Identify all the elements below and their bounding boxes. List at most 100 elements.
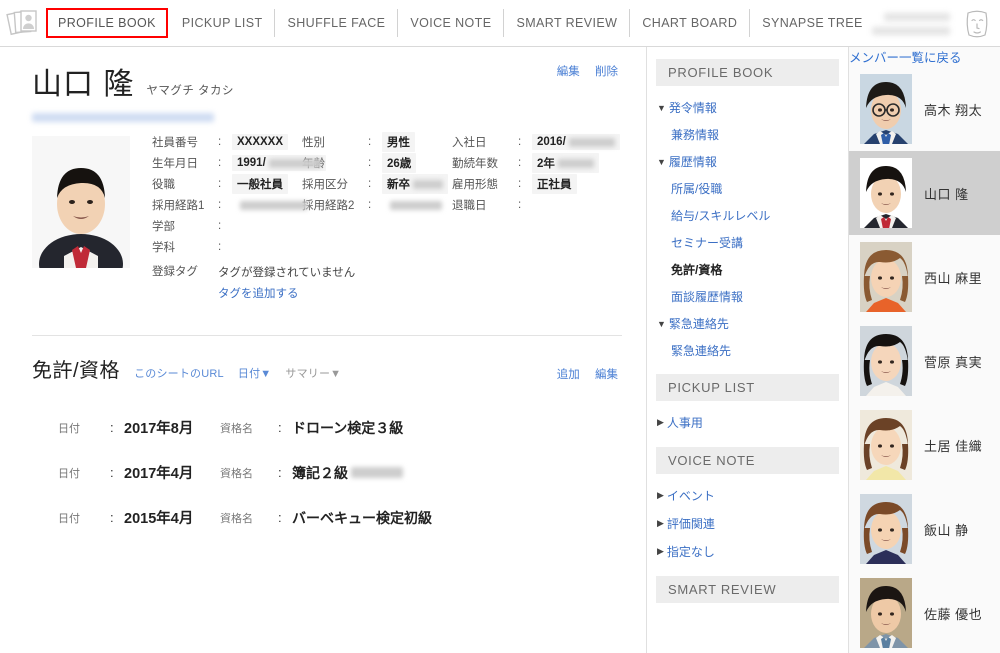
redacted xyxy=(413,179,443,189)
list-item[interactable]: 菅原 真実 xyxy=(849,319,1000,403)
colon: : xyxy=(278,465,282,480)
sidebar-item-label: セミナー受講 xyxy=(671,236,744,250)
nav-item-shuffle-face[interactable]: SHUFFLE FACE xyxy=(275,9,399,37)
sidebar-item-emergency-contact[interactable]: 緊急連絡先 xyxy=(647,337,848,364)
app-root: PROFILE BOOK PICKUP LIST SHUFFLE FACE VO… xyxy=(0,0,1000,653)
summary-dropdown[interactable]: サマリー▼ xyxy=(285,365,341,381)
sidebar-item-kenmu[interactable]: 兼務情報 xyxy=(647,121,848,148)
nav-item-profile-book[interactable]: PROFILE BOOK xyxy=(46,8,168,38)
field-label: 雇用形態 xyxy=(452,179,498,191)
sidebar-item-label: 給与/スキルレベル xyxy=(671,209,771,223)
profile-main-column: 山口 隆 ヤマグチ タカシ 編集 削除 社員番号: XXXXXX 性別: 男… xyxy=(0,47,646,653)
date-label: 日付 xyxy=(58,467,80,480)
sidebar-item-license[interactable]: 免許/資格 xyxy=(647,256,848,283)
colon: : xyxy=(218,157,222,169)
add-link[interactable]: 追加 xyxy=(557,369,580,381)
field-label: 社員番号 xyxy=(152,137,198,149)
sidebar-item-label: イベント xyxy=(666,489,715,503)
license-name-label: 資格名 xyxy=(220,512,253,525)
license-rows: 日付 : 2017年8月 資格名 : ドローン検定３級 日付 : 2017年4月… xyxy=(0,383,646,540)
nav-item-pickup-list[interactable]: PICKUP LIST xyxy=(170,9,276,37)
triangle-down-icon: ▼ xyxy=(657,318,666,329)
user-name-redacted xyxy=(872,12,950,35)
list-item[interactable]: 佐藤 優也 xyxy=(849,571,1000,653)
triangle-right-icon: ▶ xyxy=(657,490,664,500)
colon: : xyxy=(218,241,222,253)
colon: : xyxy=(368,199,372,211)
sidebar-item-jinjiyou[interactable]: ▶ 人事用 xyxy=(647,409,848,437)
sidebar-item-shozoku[interactable]: 所属/役職 xyxy=(647,175,848,202)
sidebar-item-label: 人事用 xyxy=(666,416,703,430)
table-row: 役職 : 一般社員 採用区分 : 新卒 雇用形態 : 正社員 xyxy=(152,174,622,194)
list-item[interactable]: 高木 翔太 xyxy=(849,67,1000,151)
sidebar-item-unspecified[interactable]: ▶ 指定なし xyxy=(647,538,848,566)
list-item[interactable]: 土居 佳織 xyxy=(849,403,1000,487)
field-hire-category: 採用区分 : 新卒 xyxy=(302,174,452,194)
nav-label: SMART REVIEW xyxy=(516,16,618,30)
date-label: 日付 xyxy=(58,512,80,525)
sidebar-item-interview-history[interactable]: 面談履歴情報 xyxy=(647,283,848,310)
colon: : xyxy=(518,157,522,169)
sidebar-item-rireki[interactable]: ▼ 履歴情報 xyxy=(647,148,848,175)
nav-item-smart-review[interactable]: SMART REVIEW xyxy=(504,9,631,37)
field-value: 男性 xyxy=(382,132,415,152)
license-section-title: 免許/資格 xyxy=(32,360,121,382)
member-name: 土居 佳織 xyxy=(924,438,983,454)
edit-link[interactable]: 編集 xyxy=(595,369,618,381)
license-name: バーベキュー検定初級 xyxy=(292,509,432,526)
triangle-down-icon: ▼ xyxy=(657,102,666,113)
profile-actions: 編集 削除 xyxy=(545,63,618,79)
field-gender: 性別 : 男性 xyxy=(302,132,452,152)
colon: : xyxy=(368,136,372,148)
field-department-major: 学科 : xyxy=(152,239,302,255)
delete-link[interactable]: 削除 xyxy=(595,66,618,78)
list-item[interactable]: 山口 隆 xyxy=(849,151,1000,235)
profile-furigana: ヤマグチ タカシ xyxy=(146,85,235,97)
nav-item-chart-board[interactable]: CHART BOARD xyxy=(630,9,751,37)
app-logo-icon[interactable] xyxy=(4,3,44,43)
field-position: 役職 : 一般社員 xyxy=(152,174,302,194)
colon: : xyxy=(110,420,114,435)
field-age: 年齢 : 26歳 xyxy=(302,153,452,173)
redacted-line xyxy=(872,26,950,35)
field-recruit-route-2: 採用経路2 : xyxy=(302,197,452,213)
member-photo xyxy=(860,410,912,480)
colon: : xyxy=(368,157,372,169)
field-label: 入社日 xyxy=(452,137,487,149)
user-avatar-icon[interactable] xyxy=(962,7,992,41)
profile-subtitle-redacted[interactable] xyxy=(32,113,214,122)
nav-item-voice-note[interactable]: VOICE NOTE xyxy=(398,9,505,37)
table-row: 採用経路1 : 採用経路2 : 退職日 : xyxy=(152,195,622,215)
sidebar-item-seminar[interactable]: セミナー受講 xyxy=(647,229,848,256)
colon: : xyxy=(218,220,222,232)
sort-by-date-dropdown[interactable]: 日付▼ xyxy=(238,365,272,381)
member-photo xyxy=(860,242,912,312)
table-row: 学科 : xyxy=(152,237,622,257)
sidebar-item-kyuyo-skill[interactable]: 給与/スキルレベル xyxy=(647,202,848,229)
sidebar-item-label: 兼務情報 xyxy=(671,128,720,142)
colon: : xyxy=(110,510,114,525)
sidebar-item-hatsurei[interactable]: ▼ 発令情報 xyxy=(647,94,848,121)
member-list: 高木 翔太 山口 隆西山 麻里菅原 真実土居 佳織飯山 静佐藤 優也 xyxy=(849,67,1000,653)
redacted-line xyxy=(884,12,950,21)
list-item[interactable]: 飯山 静 xyxy=(849,487,1000,571)
field-value: 一般社員 xyxy=(232,174,288,194)
member-list-panel: メンバー一覧に戻る 高木 翔太 山口 隆西山 麻里 菅原 真実 土居 佳織 飯山 静佐藤… xyxy=(849,47,1000,653)
member-name: 菅原 真実 xyxy=(924,354,983,370)
triangle-right-icon: ▶ xyxy=(657,546,664,556)
sidebar-item-event[interactable]: ▶ イベント xyxy=(647,482,848,510)
colon: : xyxy=(518,199,522,211)
sheet-url-link[interactable]: このシートのURL xyxy=(134,365,224,381)
colon: : xyxy=(218,199,222,211)
list-item[interactable]: 西山 麻里 xyxy=(849,235,1000,319)
add-tag-link[interactable]: タグを追加する xyxy=(218,285,355,301)
field-value: 正社員 xyxy=(532,174,577,194)
field-value xyxy=(382,197,447,213)
sidebar-item-emergency-group[interactable]: ▼ 緊急連絡先 xyxy=(647,310,848,337)
nav-item-synapse-tree[interactable]: SYNAPSE TREE xyxy=(750,9,874,37)
triangle-right-icon: ▶ xyxy=(657,417,664,427)
sidebar-item-evaluation[interactable]: ▶ 評価関連 xyxy=(647,510,848,538)
edit-link[interactable]: 編集 xyxy=(557,66,580,78)
table-row: 日付 : 2017年4月 資格名 : 簿記２級 xyxy=(58,450,622,495)
back-to-member-list-link[interactable]: メンバー一覧に戻る xyxy=(849,39,972,75)
